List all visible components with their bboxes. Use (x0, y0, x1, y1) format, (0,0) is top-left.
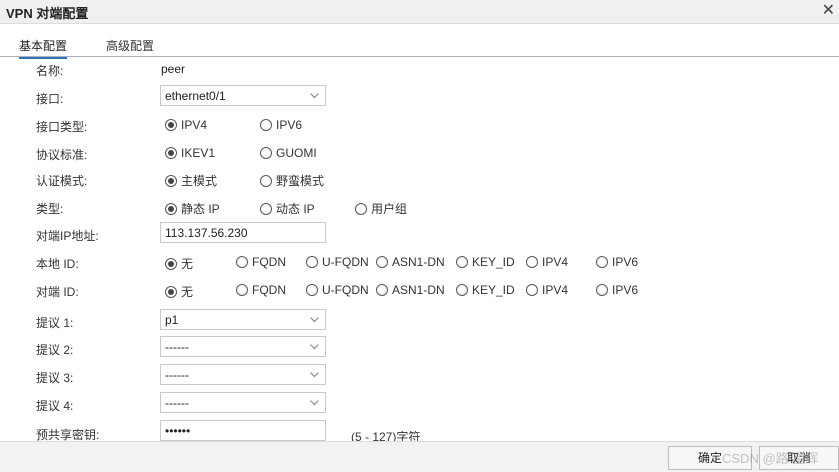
radio-unchecked-icon (260, 147, 272, 159)
dialog-title: VPN 对端配置 (6, 6, 89, 21)
radio-checked-icon (165, 258, 177, 270)
peer-id-radio-ipv4[interactable]: IPV4 (526, 283, 568, 297)
radio-unchecked-icon (376, 256, 388, 268)
chevron-down-icon (310, 400, 319, 406)
type-radio-user-group[interactable]: 用户组 (355, 200, 407, 217)
auth-mode-label: 认证模式: (36, 174, 88, 188)
radio-checked-icon (165, 203, 177, 215)
dialog-titlebar: VPN 对端配置 ✕ (0, 0, 839, 24)
interface-label: 接口: (36, 92, 64, 106)
proposal3-select-value: ------ (165, 368, 189, 382)
peer-id-radio-asn1dn[interactable]: ASN1-DN (376, 283, 445, 297)
radio-unchecked-icon (456, 284, 468, 296)
radio-unchecked-icon (526, 256, 538, 268)
proposal2-label: 提议 2: (36, 343, 74, 357)
type-radio-dynamic-ip[interactable]: 动态 IP (260, 200, 315, 217)
radio-unchecked-icon (306, 256, 318, 268)
radio-checked-icon (165, 119, 177, 131)
type-label: 类型: (36, 202, 64, 216)
tab-advanced-config[interactable]: 高级配置 (106, 37, 154, 54)
radio-unchecked-icon (596, 284, 608, 296)
proposal3-select[interactable]: ------ (160, 364, 326, 385)
protocol-label: 协议标准: (36, 148, 88, 162)
chevron-down-icon (310, 344, 319, 350)
peer-id-radio-fqdn[interactable]: FQDN (236, 283, 286, 297)
peer-id-radio-ipv6[interactable]: IPV6 (596, 283, 638, 297)
local-id-radio-keyid[interactable]: KEY_ID (456, 255, 515, 269)
radio-checked-icon (165, 147, 177, 159)
radio-unchecked-icon (355, 203, 367, 215)
psk-input[interactable]: •••••• (160, 420, 326, 441)
radio-unchecked-icon (306, 284, 318, 296)
interface-type-label: 接口类型: (36, 120, 88, 134)
radio-unchecked-icon (236, 256, 248, 268)
proposal3-label: 提议 3: (36, 371, 74, 385)
tab-basic-config[interactable]: 基本配置 (19, 37, 68, 59)
interface-select[interactable]: ethernet0/1 (160, 85, 326, 106)
auth-mode-radio-main[interactable]: 主模式 (165, 172, 217, 189)
peer-id-radio-keyid[interactable]: KEY_ID (456, 283, 515, 297)
interface-type-radio-ipv6[interactable]: IPV6 (260, 118, 302, 132)
peer-id-radio-none[interactable]: 无 (165, 283, 193, 300)
proposal1-label: 提议 1: (36, 316, 74, 330)
type-radio-static-ip[interactable]: 静态 IP (165, 200, 220, 217)
tab-bar: 基本配置 高级配置 (0, 34, 839, 59)
ok-button[interactable]: 确定 (668, 446, 752, 470)
interface-type-radio-ipv4[interactable]: IPV4 (165, 118, 207, 132)
close-icon[interactable]: ✕ (822, 1, 835, 21)
local-id-radio-ufqdn[interactable]: U-FQDN (306, 255, 369, 269)
proposal4-select[interactable]: ------ (160, 392, 326, 413)
radio-unchecked-icon (236, 284, 248, 296)
proposal4-label: 提议 4: (36, 399, 74, 413)
radio-checked-icon (165, 175, 177, 187)
local-id-label: 本地 ID: (36, 257, 79, 271)
proposal2-select-value: ------ (165, 340, 189, 354)
radio-unchecked-icon (456, 256, 468, 268)
chevron-down-icon (310, 317, 319, 323)
dialog-footer: 确定 取消 (0, 441, 839, 472)
radio-unchecked-icon (596, 256, 608, 268)
peer-ip-input[interactable]: 113.137.56.230 (160, 222, 326, 243)
auth-mode-radio-aggressive[interactable]: 野蛮模式 (260, 172, 324, 189)
radio-unchecked-icon (376, 284, 388, 296)
peer-ip-label: 对端IP地址: (36, 229, 99, 243)
radio-unchecked-icon (260, 119, 272, 131)
peer-id-radio-ufqdn[interactable]: U-FQDN (306, 283, 369, 297)
local-id-radio-asn1dn[interactable]: ASN1-DN (376, 255, 445, 269)
chevron-down-icon (310, 93, 319, 99)
proposal2-select[interactable]: ------ (160, 336, 326, 357)
local-id-radio-none[interactable]: 无 (165, 255, 193, 272)
radio-unchecked-icon (260, 175, 272, 187)
name-label: 名称: (36, 64, 64, 78)
local-id-radio-fqdn[interactable]: FQDN (236, 255, 286, 269)
protocol-radio-ikev1[interactable]: IKEV1 (165, 146, 215, 160)
radio-unchecked-icon (526, 284, 538, 296)
radio-unchecked-icon (260, 203, 272, 215)
proposal1-select[interactable]: p1 (160, 309, 326, 330)
name-value: peer (161, 62, 186, 76)
peer-id-label: 对端 ID: (36, 285, 79, 299)
peer-ip-value: 113.137.56.230 (165, 226, 248, 240)
interface-select-value: ethernet0/1 (165, 89, 226, 103)
psk-value: •••••• (165, 424, 191, 438)
proposal4-select-value: ------ (165, 396, 189, 410)
local-id-radio-ipv6[interactable]: IPV6 (596, 255, 638, 269)
radio-checked-icon (165, 286, 177, 298)
cancel-button[interactable]: 取消 (759, 446, 839, 470)
proposal1-select-value: p1 (165, 313, 179, 327)
protocol-radio-guomi[interactable]: GUOMI (260, 146, 317, 160)
chevron-down-icon (310, 372, 319, 378)
local-id-radio-ipv4[interactable]: IPV4 (526, 255, 568, 269)
